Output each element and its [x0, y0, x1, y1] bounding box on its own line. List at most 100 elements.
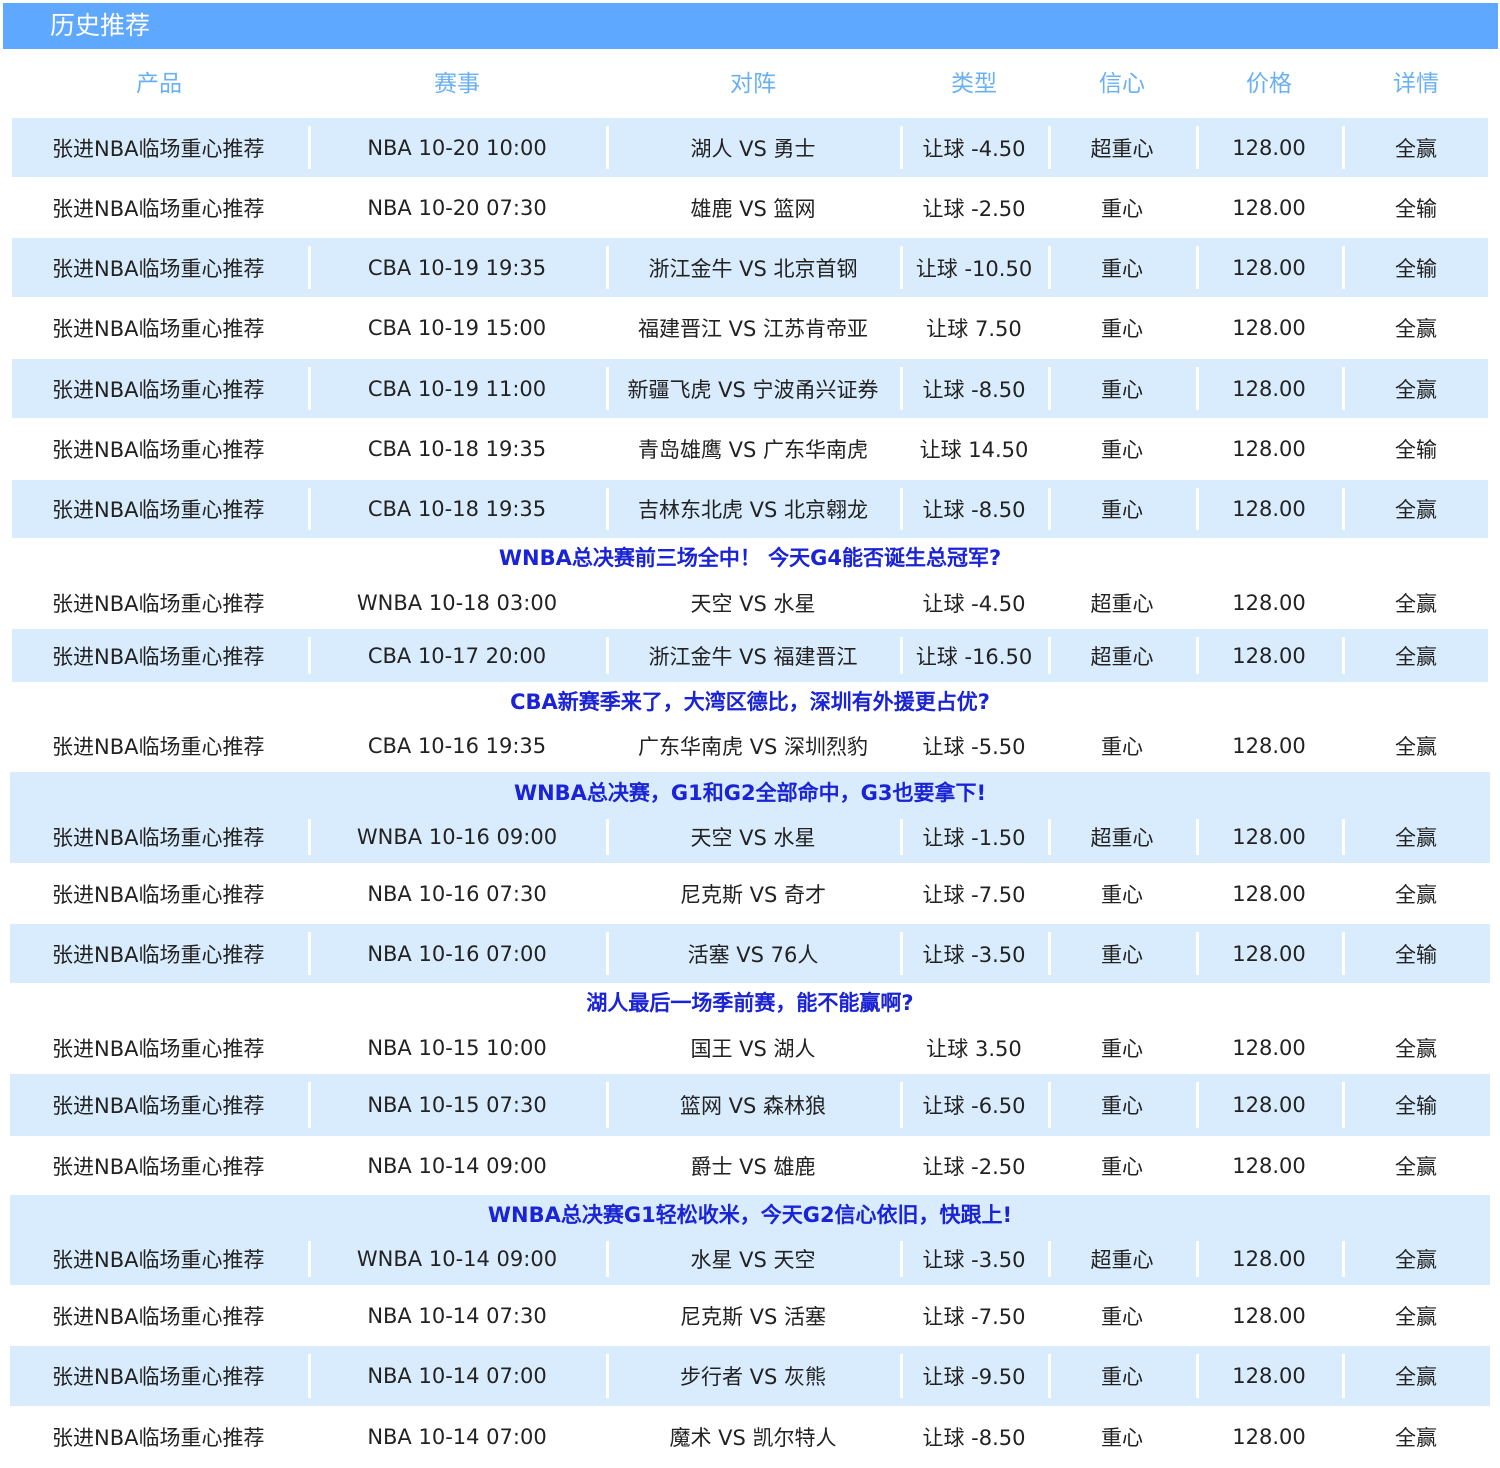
cell-detail: 全赢	[1395, 1154, 1437, 1179]
promo-link[interactable]: 湖人最后一场季前赛，能不能赢啊?	[0, 983, 1500, 1021]
cell-confidence: 超重心	[1048, 811, 1196, 863]
promo-link[interactable]: CBA新赛季来了，大湾区德比，深圳有外援更占优?	[0, 682, 1500, 720]
cell-price: 128.00	[1196, 811, 1342, 863]
cell-price: 128.00	[1232, 1153, 1306, 1178]
cell-price: 128.00	[1232, 437, 1306, 461]
cell-match: 浙江金牛 VS 福建晋江	[606, 629, 900, 682]
cell-price: 128.00	[1196, 1346, 1342, 1406]
cell-event: CBA 10-19 11:00	[308, 359, 606, 418]
cell-product: 张进NBA临场重心推荐	[52, 196, 265, 221]
cell-event: NBA 10-20 10:00	[308, 118, 606, 177]
cell-confidence: 重心	[1101, 1154, 1143, 1179]
cell-confidence: 重心	[1048, 238, 1196, 297]
cell-event: NBA 10-15 07:30	[308, 1074, 606, 1136]
cell-type: 让球 -2.50	[922, 196, 1026, 221]
cell-confidence: 重心	[1101, 735, 1143, 759]
cell-type: 让球 -1.50	[900, 811, 1048, 863]
table-row: 张进NBA临场重心推荐 NBA 10-14 07:00 魔术 VS 凯尔特人 让球 -…	[10, 1406, 1490, 1468]
table-row: 张进NBA临场重心推荐 WNBA 10-14 09:00 水星 VS 天空 让球 -3…	[10, 1233, 1490, 1285]
cell-product: 张进NBA临场重心推荐	[52, 882, 265, 907]
cell-price: 128.00	[1196, 480, 1342, 538]
table-row: 张进NBA临场重心推荐 CBA 10-19 19:35 浙江金牛 VS 北京首钢 让球…	[12, 238, 1488, 297]
cell-type: 让球 -2.50	[922, 1154, 1026, 1179]
cell-price: 128.00	[1232, 734, 1306, 758]
cell-type: 让球 -6.50	[900, 1074, 1048, 1136]
cell-type: 让球 -8.50	[900, 359, 1048, 418]
col-head-price: 价格	[1246, 71, 1292, 97]
cell-product: 张进NBA临场重心推荐	[52, 1094, 265, 1118]
promo-link[interactable]: WNBA总决赛，G1和G2全部命中，G3也要拿下!	[10, 772, 1490, 811]
cell-confidence: 重心	[1048, 480, 1196, 538]
cell-price: 128.00	[1196, 238, 1342, 297]
cell-confidence: 重心	[1101, 1036, 1143, 1061]
promo-banner[interactable]: WNBA总决赛，G1和G2全部命中，G3也要拿下!	[10, 772, 1490, 811]
cell-confidence: 超重心	[1090, 591, 1154, 616]
cell-confidence: 重心	[1101, 196, 1143, 221]
cell-product: 张进NBA临场重心推荐	[52, 1304, 265, 1329]
cell-event: NBA 10-14 07:00	[308, 1346, 606, 1406]
cell-price: 128.00	[1196, 118, 1342, 177]
table-row: 张进NBA临场重心推荐 NBA 10-16 07:30 尼克斯 VS 奇才 让球 -7…	[10, 863, 1490, 924]
promo-banner[interactable]: WNBA总决赛G1轻松收米，今天G2信心依旧，快跟上!	[10, 1195, 1490, 1233]
cell-match: 湖人 VS 勇士	[606, 118, 900, 177]
cell-event: CBA 10-18 19:35	[367, 437, 547, 461]
cell-event: CBA 10-17 20:00	[308, 629, 606, 682]
cell-confidence: 重心	[1101, 1304, 1143, 1329]
col-head-type: 类型	[951, 71, 997, 97]
cell-price: 128.00	[1196, 359, 1342, 418]
cell-detail: 全赢	[1395, 1426, 1437, 1450]
cell-event: NBA 10-15 10:00	[367, 1035, 547, 1060]
cell-product: 张进NBA临场重心推荐	[52, 1426, 265, 1450]
cell-match: 魔术 VS 凯尔特人	[669, 1426, 837, 1450]
cell-detail: 全输	[1395, 196, 1437, 221]
cell-price: 128.00	[1196, 1233, 1342, 1285]
promo-banner[interactable]: CBA新赛季来了，大湾区德比，深圳有外援更占优?	[0, 682, 1500, 720]
cell-confidence: 重心	[1048, 1346, 1196, 1406]
cell-event: WNBA 10-18 03:00	[356, 590, 558, 615]
cell-price: 128.00	[1232, 590, 1306, 615]
cell-product: 张进NBA临场重心推荐	[52, 644, 265, 669]
cell-price: 128.00	[1196, 1074, 1342, 1136]
cell-product: 张进NBA临场重心推荐	[52, 1036, 265, 1061]
promo-banner[interactable]: WNBA总决赛前三场全中！ 今天G4能否诞生总冠军?	[0, 538, 1500, 576]
cell-event: CBA 10-18 19:35	[308, 480, 606, 538]
col-head-event: 赛事	[434, 71, 480, 97]
promo-link[interactable]: WNBA总决赛G1轻松收米，今天G2信心依旧，快跟上!	[10, 1195, 1490, 1233]
cell-confidence: 重心	[1101, 1426, 1143, 1450]
cell-type: 让球 -7.50	[922, 882, 1026, 907]
cell-product: 张进NBA临场重心推荐	[52, 942, 265, 967]
col-head-match: 对阵	[730, 71, 776, 97]
cell-match: 广东华南虎 VS 深圳烈豹	[637, 735, 869, 759]
cell-match: 尼克斯 VS 奇才	[679, 882, 827, 907]
cell-detail: 全输	[1342, 1074, 1490, 1136]
cell-product: 张进NBA临场重心推荐	[52, 317, 265, 341]
cell-product: 张进NBA临场重心推荐	[52, 438, 265, 462]
col-head-confidence: 信心	[1099, 71, 1145, 97]
panel-title: 历史推荐	[50, 11, 151, 40]
promo-banner[interactable]: 湖人最后一场季前赛，能不能赢啊?	[0, 983, 1500, 1021]
cell-price: 128.00	[1232, 1035, 1306, 1060]
cell-confidence: 超重心	[1048, 118, 1196, 177]
cell-detail: 全赢	[1395, 735, 1437, 759]
cell-confidence: 重心	[1048, 359, 1196, 418]
promo-link[interactable]: WNBA总决赛前三场全中！ 今天G4能否诞生总冠军?	[0, 538, 1500, 576]
col-head-product: 产品	[136, 71, 182, 97]
cell-match: 新疆飞虎 VS 宁波甬兴证券	[606, 359, 900, 418]
cell-event: NBA 10-16 07:30	[367, 881, 547, 906]
table-row: 张进NBA临场重心推荐 CBA 10-19 15:00 福建晋江 VS 江苏肯帝亚 让…	[12, 297, 1488, 359]
cell-price: 128.00	[1196, 924, 1342, 983]
cell-confidence: 重心	[1101, 317, 1143, 341]
cell-price: 128.00	[1232, 881, 1306, 906]
cell-type: 让球 -8.50	[900, 480, 1048, 538]
cell-product: 张进NBA临场重心推荐	[52, 826, 265, 850]
cell-price: 128.00	[1196, 629, 1342, 682]
cell-type: 让球 3.50	[926, 1036, 1022, 1061]
table-row: 张进NBA临场重心推荐 CBA 10-18 19:35 青岛雄鹰 VS 广东华南虎 让…	[12, 418, 1488, 480]
cell-type: 让球 -9.50	[900, 1346, 1048, 1406]
cell-detail: 全输	[1342, 238, 1490, 297]
cell-match: 天空 VS 水星	[606, 811, 900, 863]
cell-event: WNBA 10-14 09:00	[308, 1233, 606, 1285]
cell-type: 让球 7.50	[926, 317, 1022, 341]
cell-match: 爵士 VS 雄鹿	[690, 1154, 816, 1179]
cell-type: 让球 -16.50	[900, 629, 1048, 682]
